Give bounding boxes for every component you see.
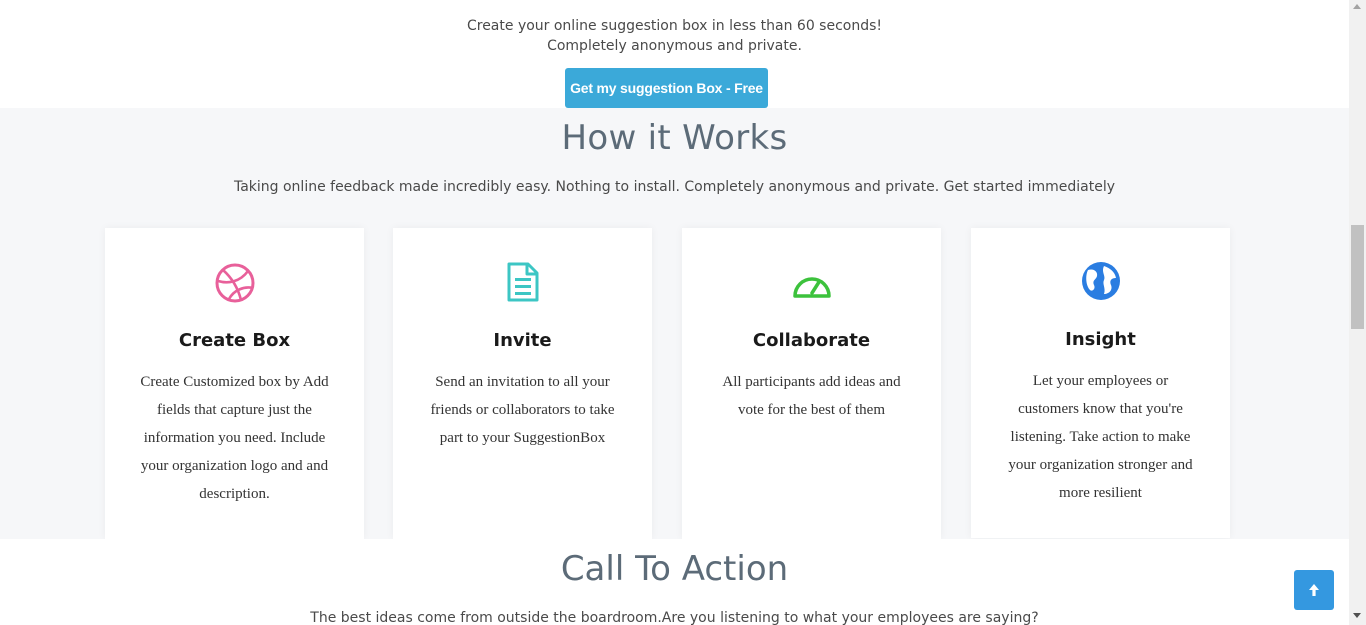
how-it-works-subtitle: Taking online feedback made incredibly e… — [233, 179, 1116, 195]
scrollbar-thumb[interactable] — [1351, 225, 1364, 329]
card-create-box: Create Box Create Customized box by Add … — [105, 228, 364, 539]
call-to-action-subtitle: The best ideas come from outside the boa… — [310, 610, 1039, 625]
card-invite: Invite Send an invitation to all your fr… — [393, 228, 652, 539]
card-collaborate: Collaborate All participants add ideas a… — [682, 228, 941, 539]
card-insight: Insight Let your employees or customers … — [971, 228, 1230, 538]
card-description: Let your employees or customers know tha… — [1008, 373, 1193, 501]
card-title: Invite — [493, 330, 552, 351]
speedometer-icon — [682, 262, 941, 302]
hero-tagline: Create your online suggestion box in les… — [466, 18, 883, 34]
scroll-up-arrow-icon[interactable] — [1353, 4, 1361, 9]
card-description: Send an invitation to all your friends o… — [430, 374, 615, 446]
card-title: Insight — [1065, 329, 1136, 350]
call-to-action-title: Call To Action — [560, 549, 789, 589]
page: Create your online suggestion box in les… — [0, 0, 1349, 625]
card-description: All participants add ideas and vote for … — [722, 374, 901, 418]
arrow-up-icon — [1309, 584, 1319, 596]
scroll-down-arrow-icon[interactable] — [1353, 613, 1361, 618]
document-icon — [393, 262, 652, 302]
call-to-action-section: Call To Action The best ideas come from … — [0, 539, 1349, 625]
back-to-top-button[interactable] — [1294, 570, 1334, 610]
page-scrollbar[interactable] — [1349, 0, 1366, 625]
how-it-works-section: How it Works Taking online feedback made… — [0, 108, 1349, 539]
hero-privacy-note: Completely anonymous and private. — [547, 38, 802, 54]
how-it-works-title: How it Works — [561, 118, 788, 158]
dribbble-ball-icon — [105, 262, 364, 303]
get-suggestion-box-button[interactable]: Get my suggestion Box - Free — [565, 68, 768, 108]
globe-icon — [971, 260, 1230, 300]
card-title: Create Box — [178, 330, 291, 351]
card-title: Collaborate — [752, 330, 871, 351]
card-description: Create Customized box by Add fields that… — [140, 374, 329, 502]
hero-section: Create your online suggestion box in les… — [0, 0, 1349, 108]
